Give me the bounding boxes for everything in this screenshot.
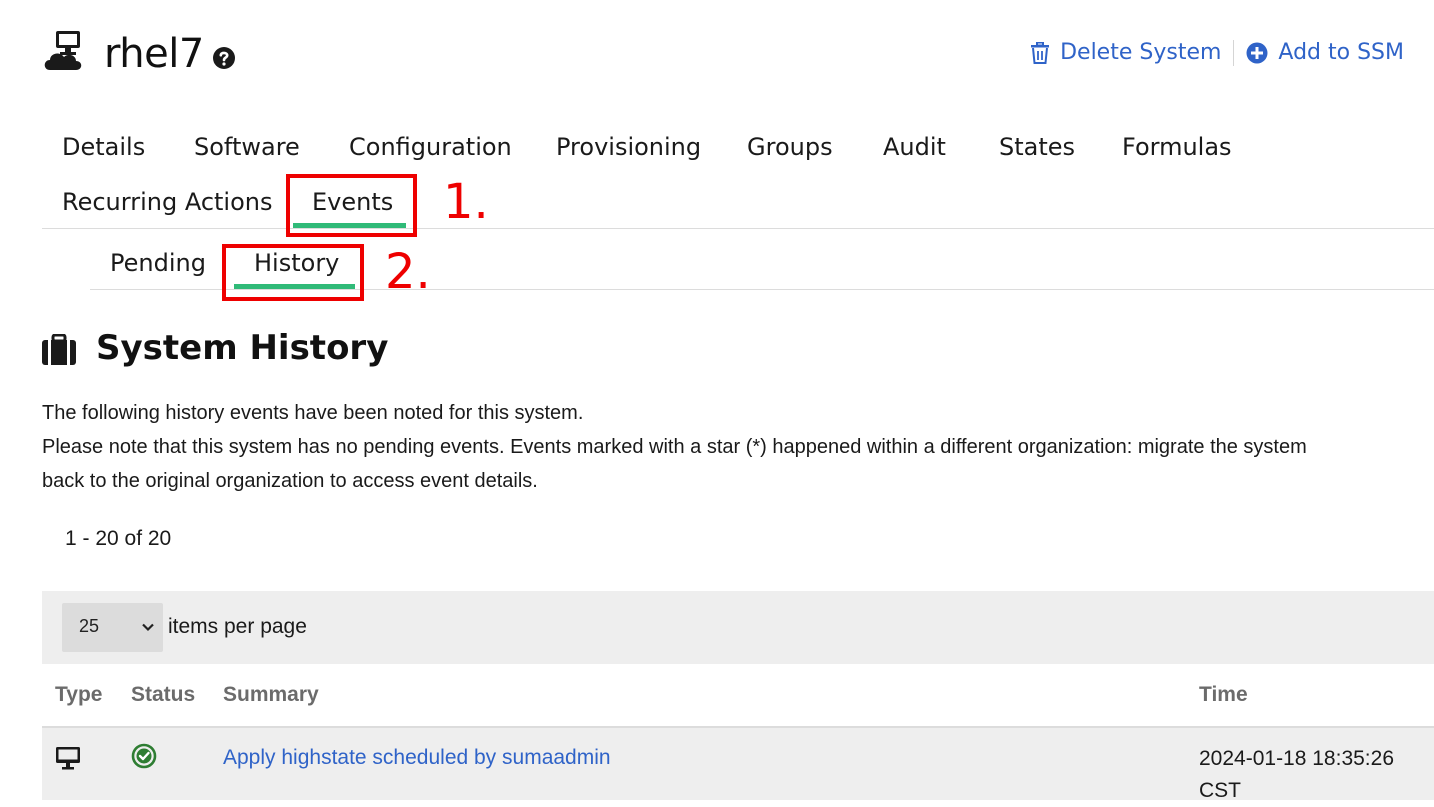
add-to-ssm-button[interactable]: Add to SSM — [1246, 38, 1404, 68]
page-size-select[interactable]: 25 — [62, 603, 163, 652]
tab-formulas[interactable]: Formulas — [1122, 132, 1232, 162]
annotation-box-events — [286, 174, 417, 237]
tab-software[interactable]: Software — [194, 132, 300, 162]
description-line-2: Please note that this system has no pend… — [42, 436, 1307, 458]
question-circle-icon[interactable] — [212, 46, 236, 70]
tab-details[interactable]: Details — [62, 132, 145, 162]
column-header-type[interactable]: Type — [55, 681, 102, 709]
event-time: 2024-01-18 18:35:26 CST — [1199, 743, 1429, 807]
history-description: The following history events have been n… — [42, 396, 1434, 498]
event-time-datetime: 2024-01-18 18:35:26 — [1199, 747, 1394, 770]
event-time-zone: CST — [1199, 779, 1241, 802]
plus-circle-icon — [1246, 42, 1268, 64]
tab-provisioning[interactable]: Provisioning — [556, 132, 701, 162]
delete-system-button[interactable]: Delete System — [1030, 38, 1221, 68]
column-header-status[interactable]: Status — [131, 681, 195, 709]
suitcase-icon — [42, 334, 76, 365]
column-header-summary[interactable]: Summary — [223, 681, 319, 709]
primary-tabs-divider — [42, 228, 1434, 229]
header-actions: Delete System Add to SSM — [1030, 38, 1404, 68]
action-divider — [1233, 40, 1235, 66]
annotation-label-1: 1. — [443, 174, 489, 230]
trash-icon — [1031, 42, 1050, 64]
event-summary-link[interactable]: Apply highstate scheduled by sumaadmin — [223, 743, 611, 773]
add-to-ssm-label: Add to SSM — [1278, 40, 1404, 65]
subtab-pending[interactable]: Pending — [110, 248, 206, 278]
pagination-range: 1 - 20 of 20 — [65, 527, 172, 550]
tab-states[interactable]: States — [999, 132, 1075, 162]
page-size-label: items per page — [168, 615, 307, 638]
chevron-down-icon — [142, 623, 154, 632]
desktop-icon — [56, 747, 80, 770]
page-size-value: 25 — [79, 616, 100, 636]
check-circle-icon — [131, 743, 157, 769]
annotation-label-2: 2. — [385, 244, 431, 300]
tab-configuration[interactable]: Configuration — [349, 132, 512, 162]
description-line-3: back to the original organization to acc… — [42, 470, 538, 492]
delete-system-label: Delete System — [1060, 40, 1222, 65]
section-title: System History — [96, 328, 389, 368]
tab-audit[interactable]: Audit — [883, 132, 946, 162]
column-header-time[interactable]: Time — [1199, 681, 1248, 709]
tab-recurring-actions[interactable]: Recurring Actions — [62, 187, 273, 217]
annotation-box-history — [222, 244, 364, 301]
page-title: rhel7 — [104, 31, 204, 77]
description-line-1: The following history events have been n… — [42, 402, 584, 424]
tab-groups[interactable]: Groups — [747, 132, 833, 162]
system-cloud-icon — [44, 31, 82, 70]
